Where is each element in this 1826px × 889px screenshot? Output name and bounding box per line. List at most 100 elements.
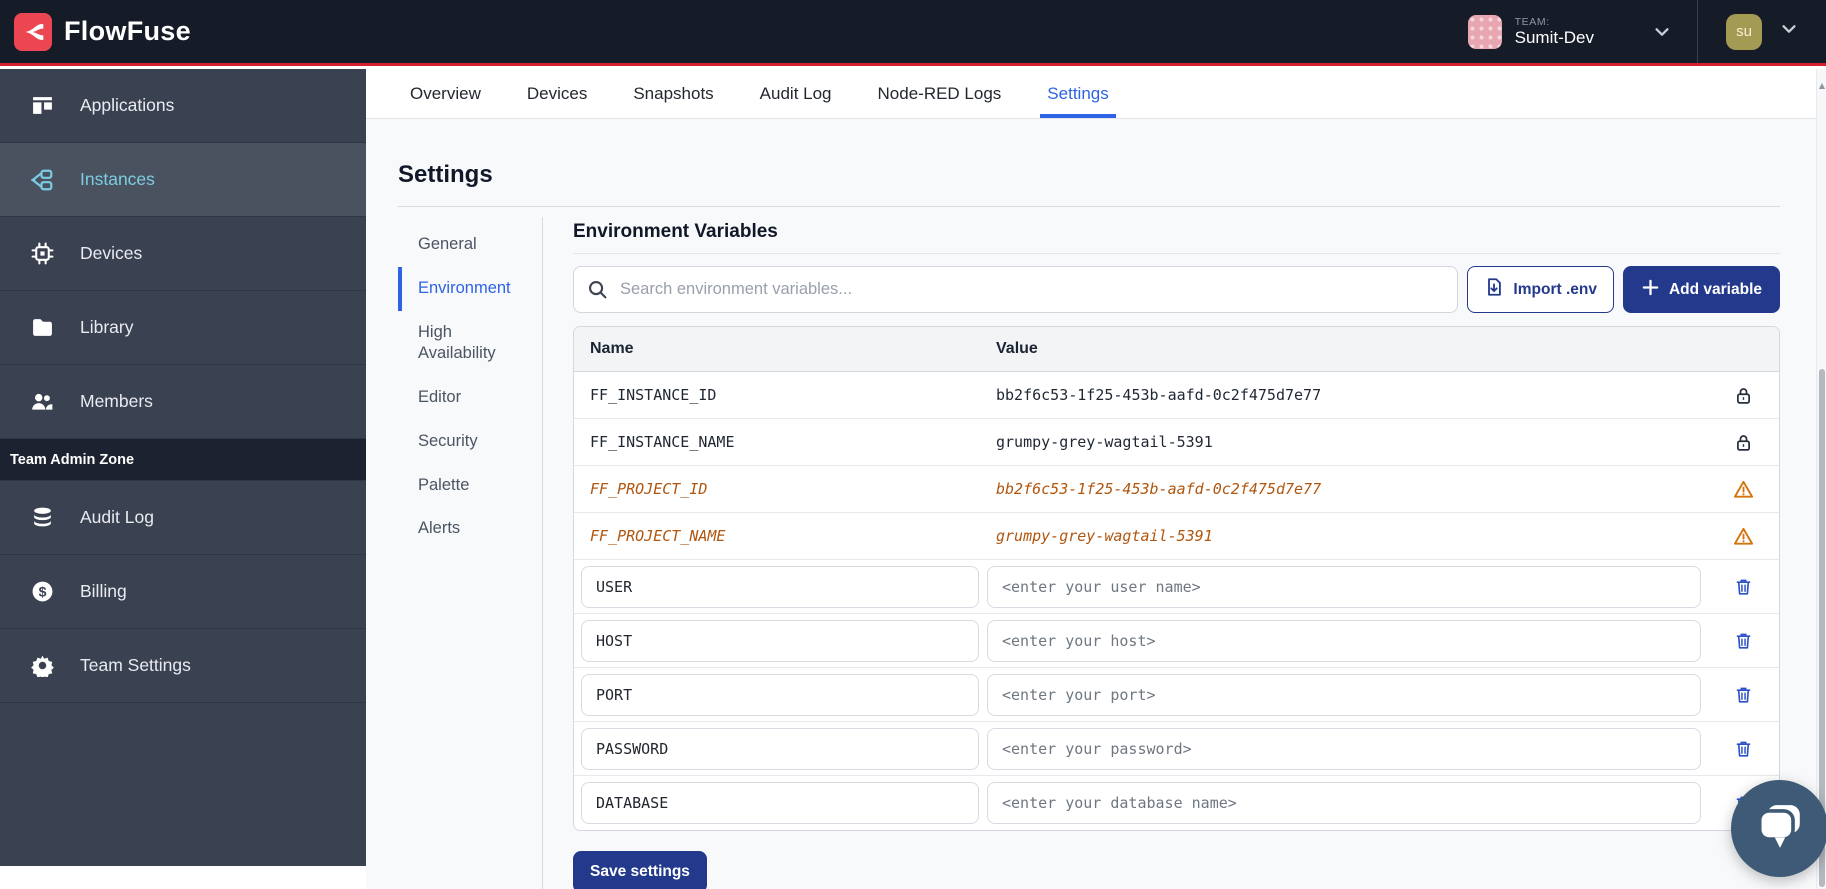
env-value-input[interactable] xyxy=(987,620,1701,662)
instances-icon xyxy=(30,168,54,192)
subnav-item-alerts[interactable]: Alerts xyxy=(398,507,542,551)
page-title: Settings xyxy=(398,161,1816,189)
warning-icon xyxy=(1707,479,1779,500)
env-name-input[interactable] xyxy=(581,620,979,662)
subnav-item-general[interactable]: General xyxy=(398,223,542,267)
env-name-input[interactable] xyxy=(581,728,979,770)
env-value-input[interactable] xyxy=(987,728,1701,770)
add-variable-button[interactable]: Add variable xyxy=(1623,266,1780,313)
env-name: FF_INSTANCE_ID xyxy=(574,386,996,404)
sidebar-item-library[interactable]: Library xyxy=(0,291,366,365)
sidebar-item-label: Applications xyxy=(80,95,174,116)
chevron-down-icon xyxy=(1653,23,1671,41)
table-row xyxy=(574,722,1779,776)
instance-tab-bar: Overview Devices Snapshots Audit Log Nod… xyxy=(366,69,1816,119)
table-row: FF_INSTANCE_NAME grumpy-grey-wagtail-539… xyxy=(574,419,1779,466)
table-row: FF_PROJECT_ID bb2f6c53-1f25-453b-aafd-0c… xyxy=(574,466,1779,513)
sidebar-item-label: Devices xyxy=(80,243,142,264)
users-icon xyxy=(30,390,54,414)
table-row xyxy=(574,560,1779,614)
lock-icon xyxy=(1707,386,1779,405)
tab-settings[interactable]: Settings xyxy=(1047,69,1108,118)
column-header-value: Value xyxy=(996,340,1707,358)
dollar-icon: $ xyxy=(30,580,54,603)
import-env-button[interactable]: Import .env xyxy=(1467,266,1614,313)
subnav-item-security[interactable]: Security xyxy=(398,420,542,464)
table-header-row: Name Value xyxy=(574,327,1779,372)
delete-variable-button[interactable] xyxy=(1707,685,1779,704)
team-switcher[interactable]: TEAM: Sumit-Dev xyxy=(1442,0,1697,63)
sidebar-item-label: Audit Log xyxy=(80,507,154,528)
scroll-up-arrow-icon[interactable] xyxy=(1819,83,1825,89)
sidebar-item-applications[interactable]: Applications xyxy=(0,69,366,143)
search-icon xyxy=(587,279,608,305)
env-name-input[interactable] xyxy=(581,566,979,608)
sidebar-item-audit-log[interactable]: Audit Log xyxy=(0,481,366,555)
sidebar-item-label: Library xyxy=(80,317,134,338)
user-avatar: su xyxy=(1726,14,1762,50)
app-header: FlowFuse TEAM: Sumit-Dev su xyxy=(0,0,1826,66)
delete-variable-button[interactable] xyxy=(1707,631,1779,650)
subnav-item-high-availability[interactable]: High Availability xyxy=(398,311,542,377)
table-row xyxy=(574,614,1779,668)
tab-snapshots[interactable]: Snapshots xyxy=(633,69,713,118)
svg-text:$: $ xyxy=(38,583,46,599)
env-value-input[interactable] xyxy=(987,674,1701,716)
save-settings-button[interactable]: Save settings xyxy=(573,851,707,889)
page-scrollbar xyxy=(1816,69,1826,889)
tab-overview[interactable]: Overview xyxy=(410,69,481,118)
database-icon xyxy=(30,506,54,529)
gear-icon xyxy=(30,654,54,677)
table-row xyxy=(574,668,1779,722)
brand-name: FlowFuse xyxy=(64,16,191,47)
env-value: bb2f6c53-1f25-453b-aafd-0c2f475d7e77 xyxy=(996,386,1707,404)
sidebar-item-label: Billing xyxy=(80,581,127,602)
column-header-name: Name xyxy=(574,340,996,358)
sidebar-item-team-settings[interactable]: Team Settings xyxy=(0,629,366,703)
folder-icon xyxy=(30,316,54,339)
section-divider xyxy=(573,253,1780,254)
team-label: TEAM: xyxy=(1515,16,1594,28)
table-row xyxy=(574,776,1779,830)
env-name-input[interactable] xyxy=(581,674,979,716)
sidebar-item-instances[interactable]: Instances xyxy=(0,143,366,217)
user-menu[interactable]: su xyxy=(1698,0,1826,63)
env-name-input[interactable] xyxy=(581,782,979,824)
delete-variable-button[interactable] xyxy=(1707,739,1779,758)
subnav-item-environment[interactable]: Environment xyxy=(398,267,542,311)
lock-icon xyxy=(1707,433,1779,452)
subnav-item-editor[interactable]: Editor xyxy=(398,376,542,420)
table-row: FF_PROJECT_NAME grumpy-grey-wagtail-5391 xyxy=(574,513,1779,560)
env-variables-table: Name Value FF_INSTANCE_ID bb2f6c53-1f25-… xyxy=(573,326,1780,831)
tab-audit-log[interactable]: Audit Log xyxy=(760,69,832,118)
tab-devices[interactable]: Devices xyxy=(527,69,587,118)
sidebar-item-devices[interactable]: Devices xyxy=(0,217,366,291)
delete-variable-button[interactable] xyxy=(1707,577,1779,596)
chat-widget-button[interactable] xyxy=(1731,780,1826,877)
sidebar-item-billing[interactable]: $ Billing xyxy=(0,555,366,629)
sidebar-item-label: Members xyxy=(80,391,153,412)
sidebar-item-label: Instances xyxy=(80,169,155,190)
environment-panel: Environment Variables Im xyxy=(543,217,1780,889)
env-value: bb2f6c53-1f25-453b-aafd-0c2f475d7e77 xyxy=(996,480,1707,498)
settings-subnav: General Environment High Availability Ed… xyxy=(398,217,542,889)
sidebar: Applications Instances Devices Library xyxy=(0,69,366,866)
tab-node-red-logs[interactable]: Node-RED Logs xyxy=(878,69,1002,118)
search-input[interactable] xyxy=(573,266,1458,313)
team-admin-zone-label: Team Admin Zone xyxy=(0,439,366,481)
plus-icon xyxy=(1641,278,1660,302)
env-value-input[interactable] xyxy=(987,566,1701,608)
subnav-item-palette[interactable]: Palette xyxy=(398,464,542,508)
flowfuse-logo-icon xyxy=(14,13,52,51)
sidebar-item-label: Team Settings xyxy=(80,655,191,676)
title-divider xyxy=(398,206,1780,207)
env-name: FF_INSTANCE_NAME xyxy=(574,433,996,451)
table-row: FF_INSTANCE_ID bb2f6c53-1f25-453b-aafd-0… xyxy=(574,372,1779,419)
main-content: Settings General Environment High Availa… xyxy=(366,119,1816,889)
env-name: FF_PROJECT_ID xyxy=(574,480,996,498)
sidebar-item-members[interactable]: Members xyxy=(0,365,366,439)
env-value: grumpy-grey-wagtail-5391 xyxy=(996,433,1707,451)
section-heading: Environment Variables xyxy=(573,221,1780,243)
env-value-input[interactable] xyxy=(987,782,1701,824)
warning-icon xyxy=(1707,526,1779,547)
